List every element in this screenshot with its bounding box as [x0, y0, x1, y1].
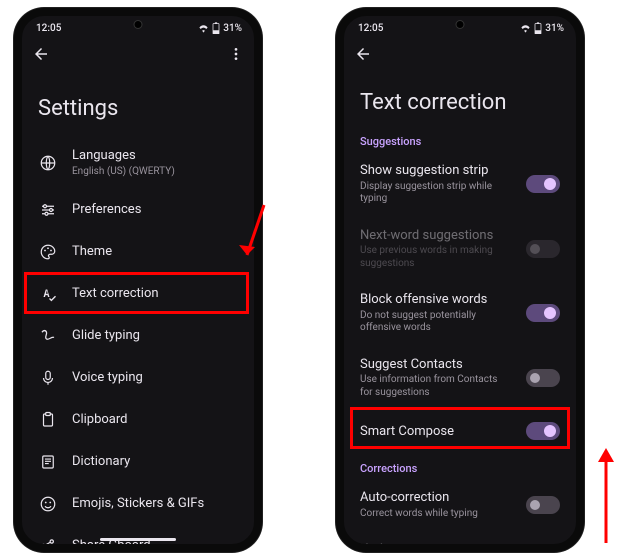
wifi-icon: [198, 24, 209, 33]
phone-settings-screen: 12:05 31% Settings Languages English (US)…: [14, 8, 262, 552]
spellcheck-icon: [39, 285, 57, 303]
row-title: Suggest Contacts: [360, 357, 512, 373]
emoji-icon: [39, 495, 57, 513]
row-glide-typing[interactable]: Glide typing: [22, 315, 254, 357]
switch-next-word: [526, 240, 560, 258]
row-voice-typing[interactable]: Voice typing: [22, 357, 254, 399]
section-corrections: Corrections: [344, 452, 576, 479]
row-title: Languages: [72, 148, 238, 164]
switch-auto-correction[interactable]: [526, 496, 560, 514]
palette-icon: [39, 243, 57, 261]
row-title: Voice typing: [72, 370, 238, 386]
row-title: Text correction: [72, 286, 238, 302]
section-suggestions: Suggestions: [344, 125, 576, 152]
row-undo-autocorrect: Undo auto-correct on backspaceReturn to …: [344, 531, 576, 552]
arrow-back-icon: [32, 45, 50, 63]
row-sub: Do not suggest potentially offensive wor…: [360, 310, 512, 335]
tune-icon: [39, 201, 57, 219]
clipboard-icon: [39, 411, 57, 429]
page-title: Settings: [22, 68, 254, 137]
app-bar: [22, 38, 254, 68]
row-title: Show suggestion strip: [360, 163, 512, 179]
row-title: Clipboard: [72, 412, 238, 428]
row-sub: English (US) (QWERTY): [72, 166, 238, 179]
camera-hole: [456, 20, 465, 29]
row-sub: Use information from Contacts for sugges…: [360, 374, 512, 399]
gesture-bar: [100, 538, 176, 541]
row-dictionary[interactable]: Dictionary: [22, 441, 254, 483]
row-auto-correction[interactable]: Auto-correction Correct words while typin…: [344, 479, 576, 531]
page-title: Text correction: [344, 68, 576, 125]
switch-show-suggestion-strip[interactable]: [526, 175, 560, 193]
row-block-offensive[interactable]: Block offensive words Do not suggest pote…: [344, 281, 576, 346]
row-title: Block offensive words: [360, 292, 512, 308]
row-title: Emojis, Stickers & GIFs: [72, 496, 238, 512]
more-button[interactable]: [228, 46, 244, 62]
row-title: Dictionary: [72, 454, 238, 470]
row-smart-compose[interactable]: Smart Compose: [344, 410, 576, 452]
clock: 12:05: [36, 23, 61, 34]
switch-block-offensive[interactable]: [526, 304, 560, 322]
row-next-word-suggestions: Next-word suggestionsUse previous words …: [344, 217, 576, 282]
battery-pct: 31%: [545, 23, 564, 34]
row-languages[interactable]: Languages English (US) (QWERTY): [22, 137, 254, 189]
row-sub: Correct words while typing: [360, 508, 512, 521]
gesture-icon: [39, 327, 57, 345]
switch-suggest-contacts[interactable]: [526, 369, 560, 387]
row-title: Auto-correction: [360, 490, 512, 506]
row-title: Undo auto-correct on backspace: [360, 542, 512, 552]
switch-smart-compose[interactable]: [526, 422, 560, 440]
battery-icon: [212, 22, 220, 34]
phone-text-correction-screen: 12:05 31% Text correction Suggestions Sh…: [336, 8, 584, 552]
app-bar: [344, 38, 576, 68]
battery-icon: [534, 22, 542, 34]
share-icon: [39, 537, 57, 552]
camera-hole: [134, 20, 143, 29]
book-icon: [39, 453, 57, 471]
back-button[interactable]: [354, 45, 372, 63]
clock: 12:05: [358, 23, 383, 34]
arrow-back-icon: [354, 45, 372, 63]
row-preferences[interactable]: Preferences: [22, 189, 254, 231]
mic-icon: [39, 369, 57, 387]
wifi-icon: [520, 24, 531, 33]
globe-icon: [39, 154, 57, 172]
annotation-arrow-right: [594, 448, 616, 548]
row-text-correction[interactable]: Text correction: [22, 273, 254, 315]
back-button[interactable]: [32, 45, 50, 63]
row-sub: Display suggestion strip while typing: [360, 181, 512, 206]
row-show-suggestion-strip[interactable]: Show suggestion strip Display suggestion …: [344, 152, 576, 217]
row-title: Theme: [72, 244, 238, 260]
row-sub: Use previous words in making suggestions: [360, 245, 512, 270]
row-theme[interactable]: Theme: [22, 231, 254, 273]
row-title: Smart Compose: [360, 424, 512, 440]
more-vert-icon: [228, 46, 244, 62]
row-emojis[interactable]: Emojis, Stickers & GIFs: [22, 483, 254, 525]
row-suggest-contacts[interactable]: Suggest ContactsUse information from Con…: [344, 346, 576, 411]
row-title: Glide typing: [72, 328, 238, 344]
battery-pct: 31%: [223, 23, 242, 34]
settings-list: Languages English (US) (QWERTY) Preferenc…: [22, 137, 254, 552]
row-title: Preferences: [72, 202, 238, 218]
row-title: Next-word suggestions: [360, 228, 512, 244]
row-clipboard[interactable]: Clipboard: [22, 399, 254, 441]
